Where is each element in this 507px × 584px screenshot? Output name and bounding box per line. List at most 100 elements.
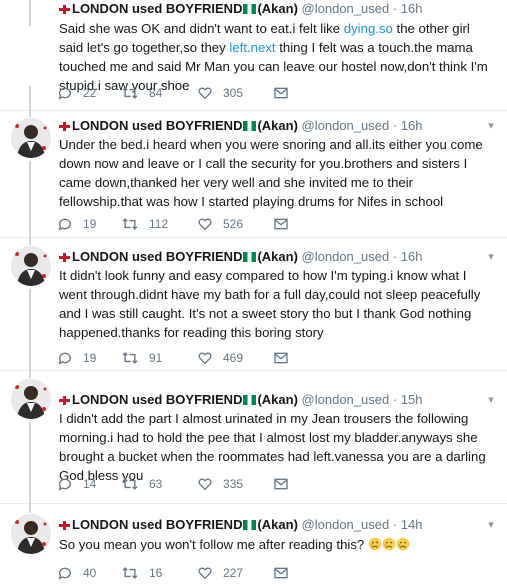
like-count: 227 bbox=[223, 566, 244, 580]
heart-icon bbox=[198, 87, 212, 100]
envelope-icon bbox=[274, 352, 288, 364]
author-name-suffix[interactable]: (Akan) bbox=[257, 1, 297, 16]
tweet-timestamp[interactable]: 14h bbox=[401, 517, 423, 532]
avatar[interactable] bbox=[11, 246, 51, 286]
tweet-header: LONDON used BOYFRIEND (Akan) @london_used… bbox=[59, 0, 423, 18]
retweet-button[interactable]: 112 bbox=[121, 215, 168, 233]
dm-button[interactable] bbox=[273, 475, 289, 493]
author-handle[interactable]: @london_used bbox=[302, 1, 390, 16]
thread-connector-line bbox=[29, 422, 31, 504]
retweet-button[interactable]: 84 bbox=[121, 84, 162, 102]
heart-icon bbox=[198, 478, 212, 491]
england-flag-emoji bbox=[59, 521, 70, 530]
chevron-down-icon[interactable]: ▾ bbox=[485, 251, 497, 263]
england-flag-emoji bbox=[59, 122, 70, 131]
heart-icon bbox=[198, 218, 212, 231]
author-name[interactable]: LONDON used BOYFRIEND bbox=[72, 249, 242, 264]
tweet-timestamp[interactable]: 16h bbox=[401, 118, 423, 133]
tweet-text-segment: Said she was OK and didn't want to eat.i… bbox=[59, 21, 344, 36]
retweet-button[interactable]: 16 bbox=[121, 564, 162, 582]
like-button[interactable]: 227 bbox=[197, 564, 243, 582]
like-count: 335 bbox=[223, 477, 244, 491]
author-handle[interactable]: @london_used bbox=[302, 392, 390, 407]
tweet-link[interactable]: left.next bbox=[229, 40, 275, 55]
avatar[interactable] bbox=[11, 118, 51, 158]
thread-connector-line bbox=[29, 504, 31, 513]
reply-button[interactable]: 19 bbox=[57, 215, 96, 233]
nigeria-flag-emoji bbox=[243, 121, 257, 131]
retweet-button[interactable]: 91 bbox=[121, 349, 162, 367]
tweet-text: So you mean you won't follow me after re… bbox=[59, 535, 497, 554]
avatar[interactable] bbox=[11, 514, 51, 554]
separator-dot: · bbox=[392, 1, 398, 16]
tweet-text: Under the bed.i heard when you were snor… bbox=[59, 137, 483, 209]
england-flag-emoji bbox=[59, 5, 70, 14]
envelope-icon bbox=[274, 218, 288, 230]
thread-connector-line bbox=[29, 371, 31, 378]
chevron-down-icon[interactable]: ▾ bbox=[485, 120, 497, 132]
author-name[interactable]: LONDON used BOYFRIEND bbox=[72, 118, 242, 133]
like-button[interactable]: 335 bbox=[197, 475, 243, 493]
chevron-down-icon[interactable]: ▾ bbox=[485, 394, 497, 406]
separator-dot: · bbox=[392, 118, 398, 133]
tweet-header: LONDON used BOYFRIEND (Akan) @london_used… bbox=[59, 248, 423, 266]
tweet-timestamp[interactable]: 16h bbox=[401, 249, 423, 264]
retweet-count: 112 bbox=[149, 217, 169, 231]
tweet-timestamp[interactable]: 16h bbox=[401, 1, 423, 16]
heart-icon bbox=[198, 352, 212, 365]
reply-icon bbox=[58, 87, 71, 100]
author-name-suffix[interactable]: (Akan) bbox=[257, 249, 297, 264]
chevron-down-icon[interactable]: ▾ bbox=[485, 519, 497, 531]
author-name-suffix[interactable]: (Akan) bbox=[257, 392, 297, 407]
retweet-icon bbox=[122, 87, 138, 99]
reply-icon bbox=[58, 478, 71, 491]
retweet-count: 91 bbox=[149, 351, 163, 365]
like-button[interactable]: 305 bbox=[197, 84, 243, 102]
sad-tear-face-emoji bbox=[382, 537, 396, 551]
tweet[interactable]: LONDON used BOYFRIEND (Akan) @london_used… bbox=[0, 504, 507, 584]
dm-button[interactable] bbox=[273, 215, 289, 233]
author-handle[interactable]: @london_used bbox=[302, 118, 390, 133]
reply-count: 14 bbox=[83, 477, 97, 491]
avatar[interactable] bbox=[11, 379, 51, 419]
nigeria-flag-emoji bbox=[243, 252, 257, 262]
author-name[interactable]: LONDON used BOYFRIEND bbox=[72, 517, 242, 532]
england-flag-emoji bbox=[59, 396, 70, 405]
author-name-suffix[interactable]: (Akan) bbox=[257, 517, 297, 532]
like-count: 469 bbox=[223, 351, 244, 365]
reply-button[interactable]: 19 bbox=[57, 349, 96, 367]
reply-count: 40 bbox=[83, 566, 97, 580]
reply-button[interactable]: 40 bbox=[57, 564, 96, 582]
separator-dot: · bbox=[392, 249, 398, 264]
tweet[interactable]: LONDON used BOYFRIEND (Akan) @london_used… bbox=[0, 111, 507, 238]
dm-button[interactable] bbox=[273, 349, 289, 367]
tweet-header: LONDON used BOYFRIEND (Akan) @london_used… bbox=[59, 117, 423, 135]
thread-connector-line bbox=[29, 86, 31, 111]
retweet-button[interactable]: 63 bbox=[121, 475, 162, 493]
reply-button[interactable]: 14 bbox=[57, 475, 96, 493]
author-handle[interactable]: @london_used bbox=[302, 249, 390, 264]
tweet-timestamp[interactable]: 15h bbox=[401, 392, 423, 407]
reply-count: 19 bbox=[83, 351, 97, 365]
retweet-icon bbox=[122, 218, 138, 230]
tweet-text-segment: So you mean you won't follow me after re… bbox=[59, 537, 365, 552]
reply-button[interactable]: 22 bbox=[57, 84, 96, 102]
tweet[interactable]: LONDON used BOYFRIEND (Akan) @london_used… bbox=[0, 238, 507, 371]
author-handle[interactable]: @london_used bbox=[302, 517, 390, 532]
reply-count: 22 bbox=[83, 86, 97, 100]
thread-connector-line bbox=[29, 111, 31, 117]
like-button[interactable]: 526 bbox=[197, 215, 243, 233]
dm-button[interactable] bbox=[273, 84, 289, 102]
tweet[interactable]: LONDON used BOYFRIEND (Akan) @london_used… bbox=[0, 0, 507, 111]
author-name[interactable]: LONDON used BOYFRIEND bbox=[72, 1, 242, 16]
tweet[interactable]: LONDON used BOYFRIEND (Akan) @london_used… bbox=[0, 371, 507, 504]
dm-button[interactable] bbox=[273, 564, 289, 582]
sad-tear-face-emoji bbox=[396, 537, 410, 551]
like-button[interactable]: 469 bbox=[197, 349, 243, 367]
reply-icon bbox=[58, 352, 71, 365]
retweet-icon bbox=[122, 478, 138, 490]
tweet-link[interactable]: dying.so bbox=[344, 21, 393, 36]
thread-connector-line bbox=[29, 161, 31, 238]
author-name-suffix[interactable]: (Akan) bbox=[257, 118, 297, 133]
author-name[interactable]: LONDON used BOYFRIEND bbox=[72, 392, 242, 407]
